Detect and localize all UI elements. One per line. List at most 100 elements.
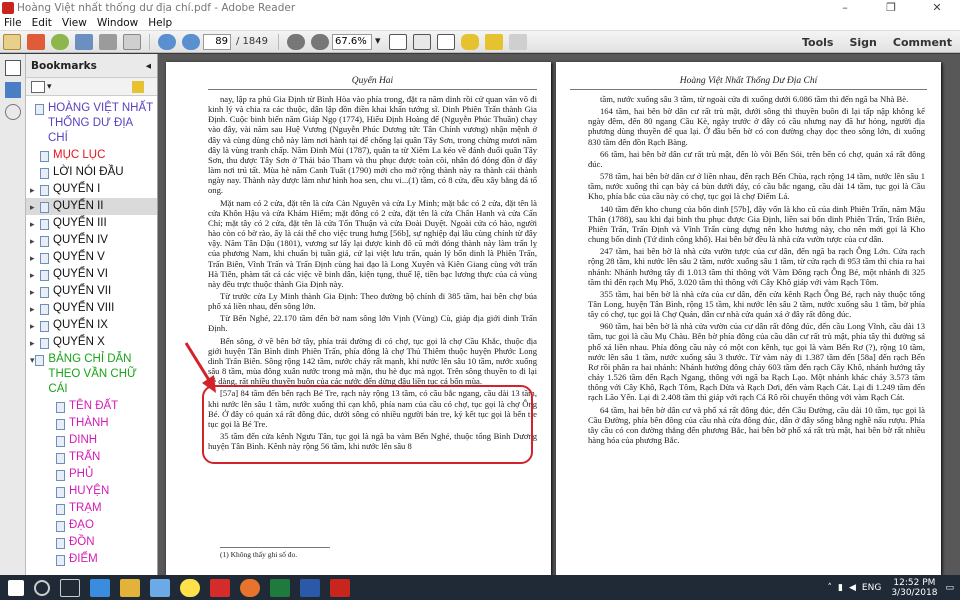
document-view[interactable]: Quyển Hai nay, lập ra phủ Gia Định từ Bì…: [158, 54, 960, 575]
tools-button[interactable]: Tools: [802, 36, 833, 49]
read-mode-icon[interactable]: [437, 33, 455, 50]
bookmark-item[interactable]: HUYỆN: [26, 483, 157, 500]
bookmark-expander-icon[interactable]: [46, 535, 56, 538]
bookmark-expander-icon[interactable]: [30, 148, 40, 151]
bookmark-expander-icon[interactable]: ▸: [30, 267, 40, 281]
close-button[interactable]: ✕: [914, 0, 960, 16]
bookmark-item[interactable]: ▾ BẢNG CHỈ DẪN THEO VẦN CHỮ CÁI: [26, 351, 157, 398]
bookmark-item[interactable]: PHỦ: [26, 466, 157, 483]
sign-button[interactable]: Sign: [849, 36, 876, 49]
bookmark-item[interactable]: ĐẠO: [26, 517, 157, 534]
bookmark-item[interactable]: DINH: [26, 432, 157, 449]
highlight-icon[interactable]: [485, 33, 503, 50]
maximize-button[interactable]: ❐: [868, 0, 914, 16]
bookmark-item[interactable]: ĐỒN: [26, 534, 157, 551]
sign-icon[interactable]: [509, 33, 527, 50]
bookmark-expander-icon[interactable]: [46, 433, 56, 436]
bookmark-expander-icon[interactable]: ▸: [30, 335, 40, 349]
bookmark-item[interactable]: ▸ QUYỂN IV: [26, 232, 157, 249]
bookmark-item[interactable]: TÊN ĐẤT: [26, 398, 157, 415]
bookmark-item[interactable]: TRẤN: [26, 449, 157, 466]
bookmark-item[interactable]: ▸ QUYỂN X: [26, 334, 157, 351]
bookmark-expander-icon[interactable]: [46, 518, 56, 521]
page-thumbnails-icon[interactable]: [5, 60, 21, 76]
bookmark-expander-icon[interactable]: [46, 467, 56, 470]
bookmark-item[interactable]: ▸ QUYỂN V: [26, 249, 157, 266]
bookmark-expander-icon[interactable]: [46, 450, 56, 453]
comment-bubble-icon[interactable]: [461, 33, 479, 50]
zoom-dropdown-icon[interactable]: ▾: [375, 34, 383, 50]
attachments-icon[interactable]: [5, 104, 21, 120]
bookmark-expander-icon[interactable]: ▸: [30, 250, 40, 264]
bookmark-expander-icon[interactable]: [46, 399, 56, 402]
next-page-icon[interactable]: [182, 33, 200, 50]
task-view-icon[interactable]: [60, 578, 80, 597]
word-icon[interactable]: [300, 578, 320, 597]
bookmark-item[interactable]: TRẠM: [26, 500, 157, 517]
bookmark-item[interactable]: ▸ QUYỂN III: [26, 215, 157, 232]
network-icon[interactable]: ▮: [838, 583, 843, 593]
excel-icon[interactable]: [270, 578, 290, 597]
page-number-input[interactable]: [203, 33, 231, 50]
zoom-out-icon[interactable]: [287, 33, 305, 50]
firefox-icon[interactable]: [240, 578, 260, 597]
bookmark-expander-icon[interactable]: ▸: [30, 301, 40, 315]
create-pdf-icon[interactable]: [27, 33, 45, 50]
bookmark-options-icon[interactable]: [31, 80, 45, 93]
file-explorer-icon[interactable]: [120, 578, 140, 597]
zoom-level-input[interactable]: [332, 33, 372, 50]
bookmark-expander-icon[interactable]: ▸: [30, 233, 40, 247]
fit-width-icon[interactable]: [413, 33, 431, 50]
bookmark-item[interactable]: HOÀNG VIỆT NHẤT THỐNG DƯ ĐỊA CHÍ: [26, 100, 157, 147]
menu-edit[interactable]: Edit: [32, 17, 52, 29]
bookmark-item[interactable]: ▸ QUYỂN I: [26, 181, 157, 198]
minimize-button[interactable]: –: [822, 0, 868, 16]
bookmark-item[interactable]: MỤC LỤC: [26, 147, 157, 164]
tray-chevron-icon[interactable]: ˄: [828, 583, 833, 593]
email-icon[interactable]: [123, 33, 141, 50]
bookmark-options-dropdown-icon[interactable]: ▾: [47, 82, 52, 92]
print-icon[interactable]: [99, 33, 117, 50]
menu-help[interactable]: Help: [148, 17, 172, 29]
bookmark-expander-icon[interactable]: ▸: [30, 182, 40, 196]
fit-page-icon[interactable]: [389, 33, 407, 50]
bookmark-expander-icon[interactable]: [46, 484, 56, 487]
edge-browser-icon[interactable]: [90, 578, 110, 597]
bookmarks-icon[interactable]: [5, 82, 21, 98]
bookmark-item[interactable]: ▸ QUYỂN II: [26, 198, 157, 215]
bookmark-expander-icon[interactable]: ▸: [30, 199, 40, 213]
adobe-reader-taskbar-icon[interactable]: [330, 578, 350, 597]
menu-view[interactable]: View: [62, 17, 87, 29]
bookmark-expander-icon[interactable]: [46, 552, 56, 555]
bookmark-expander-icon[interactable]: [46, 416, 56, 419]
bookmark-item[interactable]: ▸ QUYỂN IX: [26, 317, 157, 334]
bookmark-expander-icon[interactable]: [30, 165, 40, 168]
previous-page-icon[interactable]: [158, 33, 176, 50]
comment-button[interactable]: Comment: [893, 36, 952, 49]
volume-icon[interactable]: ◀: [849, 583, 856, 593]
bookmark-expander-icon[interactable]: [46, 501, 56, 504]
bookmark-expander-icon[interactable]: ▸: [30, 284, 40, 298]
open-file-icon[interactable]: [3, 33, 21, 50]
expand-bookmark-icon[interactable]: [131, 80, 144, 93]
windows-start-icon[interactable]: [8, 579, 24, 596]
save-icon[interactable]: [75, 33, 93, 50]
bookmark-item[interactable]: LỜI NÓI ĐẦU: [26, 164, 157, 181]
bookmark-expander-icon[interactable]: ▸: [30, 318, 40, 332]
search-icon[interactable]: [34, 579, 50, 596]
close-panel-icon[interactable]: ◂: [146, 60, 151, 72]
menu-file[interactable]: File: [4, 17, 22, 29]
menu-window[interactable]: Window: [97, 17, 138, 29]
store-icon[interactable]: [150, 578, 170, 597]
puzzle-app-icon[interactable]: [210, 578, 230, 597]
bookmark-item[interactable]: ▸ QUYỂN VI: [26, 266, 157, 283]
bookmark-item[interactable]: THÀNH: [26, 415, 157, 432]
bookmark-item[interactable]: ▸ QUYỂN VIII: [26, 300, 157, 317]
bookmark-item[interactable]: ▸ QUYỂN VII: [26, 283, 157, 300]
bookmark-item[interactable]: ĐIỂM: [26, 551, 157, 568]
chrome-icon[interactable]: [180, 578, 200, 597]
bookmark-expander-icon[interactable]: ▸: [30, 216, 40, 230]
zoom-in-icon[interactable]: [311, 33, 329, 50]
input-language[interactable]: ENG: [862, 583, 881, 593]
notifications-icon[interactable]: ▭: [945, 583, 954, 593]
